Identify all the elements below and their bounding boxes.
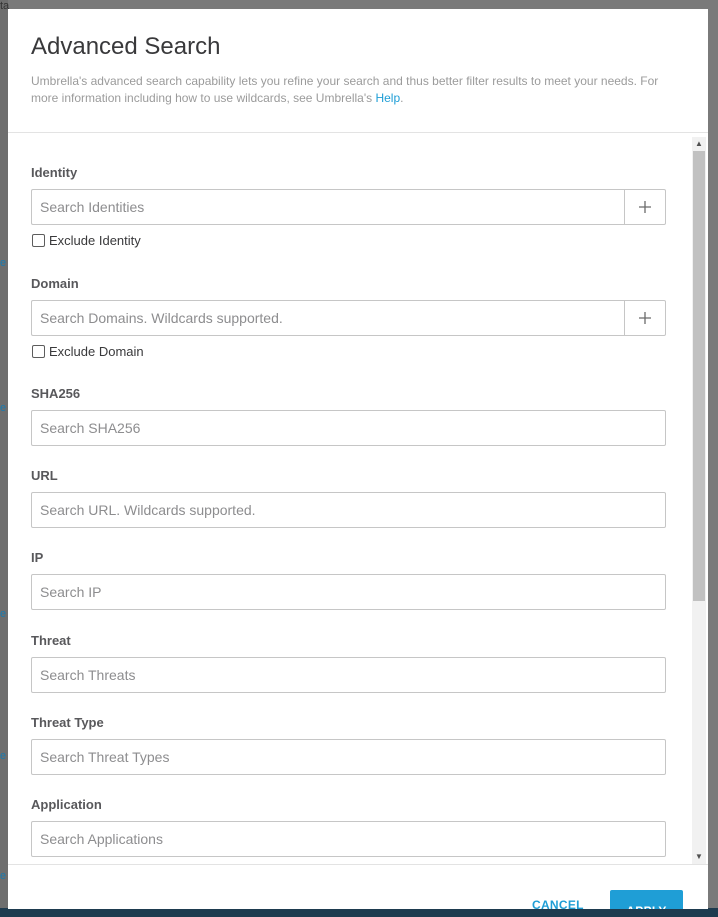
add-identity-button[interactable] bbox=[624, 189, 666, 225]
url-field-group: URL bbox=[31, 468, 666, 528]
threat-label: Threat bbox=[31, 633, 71, 648]
identity-search-input[interactable] bbox=[31, 189, 624, 225]
application-field-group: Application bbox=[31, 797, 666, 857]
threat-field-group: Threat bbox=[31, 633, 666, 693]
domain-input-row bbox=[31, 300, 666, 336]
threat-type-label: Threat Type bbox=[31, 715, 104, 730]
exclude-domain-checkbox[interactable] bbox=[32, 344, 45, 358]
apply-button[interactable]: APPLY bbox=[610, 890, 683, 909]
add-domain-button[interactable] bbox=[624, 300, 666, 336]
backdrop-link-fragment: e bbox=[0, 608, 7, 620]
help-link[interactable]: Help bbox=[375, 91, 400, 105]
sha256-field-group: SHA256 bbox=[31, 386, 666, 446]
backdrop-link-fragment: e bbox=[0, 750, 7, 762]
plus-icon bbox=[639, 201, 651, 213]
exclude-domain-label[interactable]: Exclude Domain bbox=[49, 344, 144, 359]
domain-label: Domain bbox=[31, 276, 79, 291]
backdrop-link-fragment: e bbox=[0, 402, 7, 414]
url-search-input[interactable] bbox=[31, 492, 666, 528]
backdrop-bottom-bar bbox=[0, 908, 718, 917]
modal-description-suffix: . bbox=[400, 90, 404, 105]
threat-type-field-group: Threat Type bbox=[31, 715, 666, 775]
scroll-up-arrow-icon[interactable]: ▲ bbox=[695, 139, 703, 148]
identity-label: Identity bbox=[31, 165, 78, 180]
advanced-search-modal: Advanced Search Umbrella's advanced sear… bbox=[8, 9, 708, 909]
sha256-search-input[interactable] bbox=[31, 410, 666, 446]
scrollbar-thumb[interactable] bbox=[693, 151, 705, 601]
ip-label: IP bbox=[31, 550, 44, 565]
domain-search-input[interactable] bbox=[31, 300, 624, 336]
identity-input-row bbox=[31, 189, 666, 225]
domain-field-group: Domain Exclude Domain bbox=[31, 276, 666, 359]
threat-type-search-input[interactable] bbox=[31, 739, 666, 775]
threat-search-input[interactable] bbox=[31, 657, 666, 693]
exclude-identity-label[interactable]: Exclude Identity bbox=[49, 233, 141, 248]
ip-search-input[interactable] bbox=[31, 574, 666, 610]
backdrop-link-fragment: e bbox=[0, 257, 7, 269]
modal-header: Advanced Search Umbrella's advanced sear… bbox=[8, 9, 708, 133]
ip-field-group: IP bbox=[31, 550, 666, 610]
identity-field-group: Identity Exclude Identity bbox=[31, 165, 666, 248]
modal-description: Umbrella's advanced search capability le… bbox=[31, 73, 681, 106]
application-search-input[interactable] bbox=[31, 821, 666, 857]
backdrop-left-edge bbox=[0, 0, 8, 917]
scroll-down-arrow-icon[interactable]: ▼ bbox=[695, 852, 703, 861]
modal-scrollbar[interactable]: ▲ ▼ bbox=[692, 137, 706, 864]
exclude-domain-row: Exclude Domain bbox=[31, 344, 666, 359]
modal-footer: CANCEL APPLY bbox=[8, 864, 708, 909]
plus-icon bbox=[639, 312, 651, 324]
modal-description-text: Umbrella's advanced search capability le… bbox=[31, 74, 659, 105]
url-label: URL bbox=[31, 468, 58, 483]
modal-title: Advanced Search bbox=[31, 33, 221, 60]
backdrop-link-fragment: e bbox=[0, 870, 7, 882]
sha256-label: SHA256 bbox=[31, 386, 81, 401]
exclude-identity-row: Exclude Identity bbox=[31, 233, 666, 248]
modal-body: Identity Exclude Identity Domain bbox=[8, 133, 708, 864]
cancel-button[interactable]: CANCEL bbox=[532, 898, 584, 909]
application-label: Application bbox=[31, 797, 102, 812]
exclude-identity-checkbox[interactable] bbox=[32, 233, 45, 247]
